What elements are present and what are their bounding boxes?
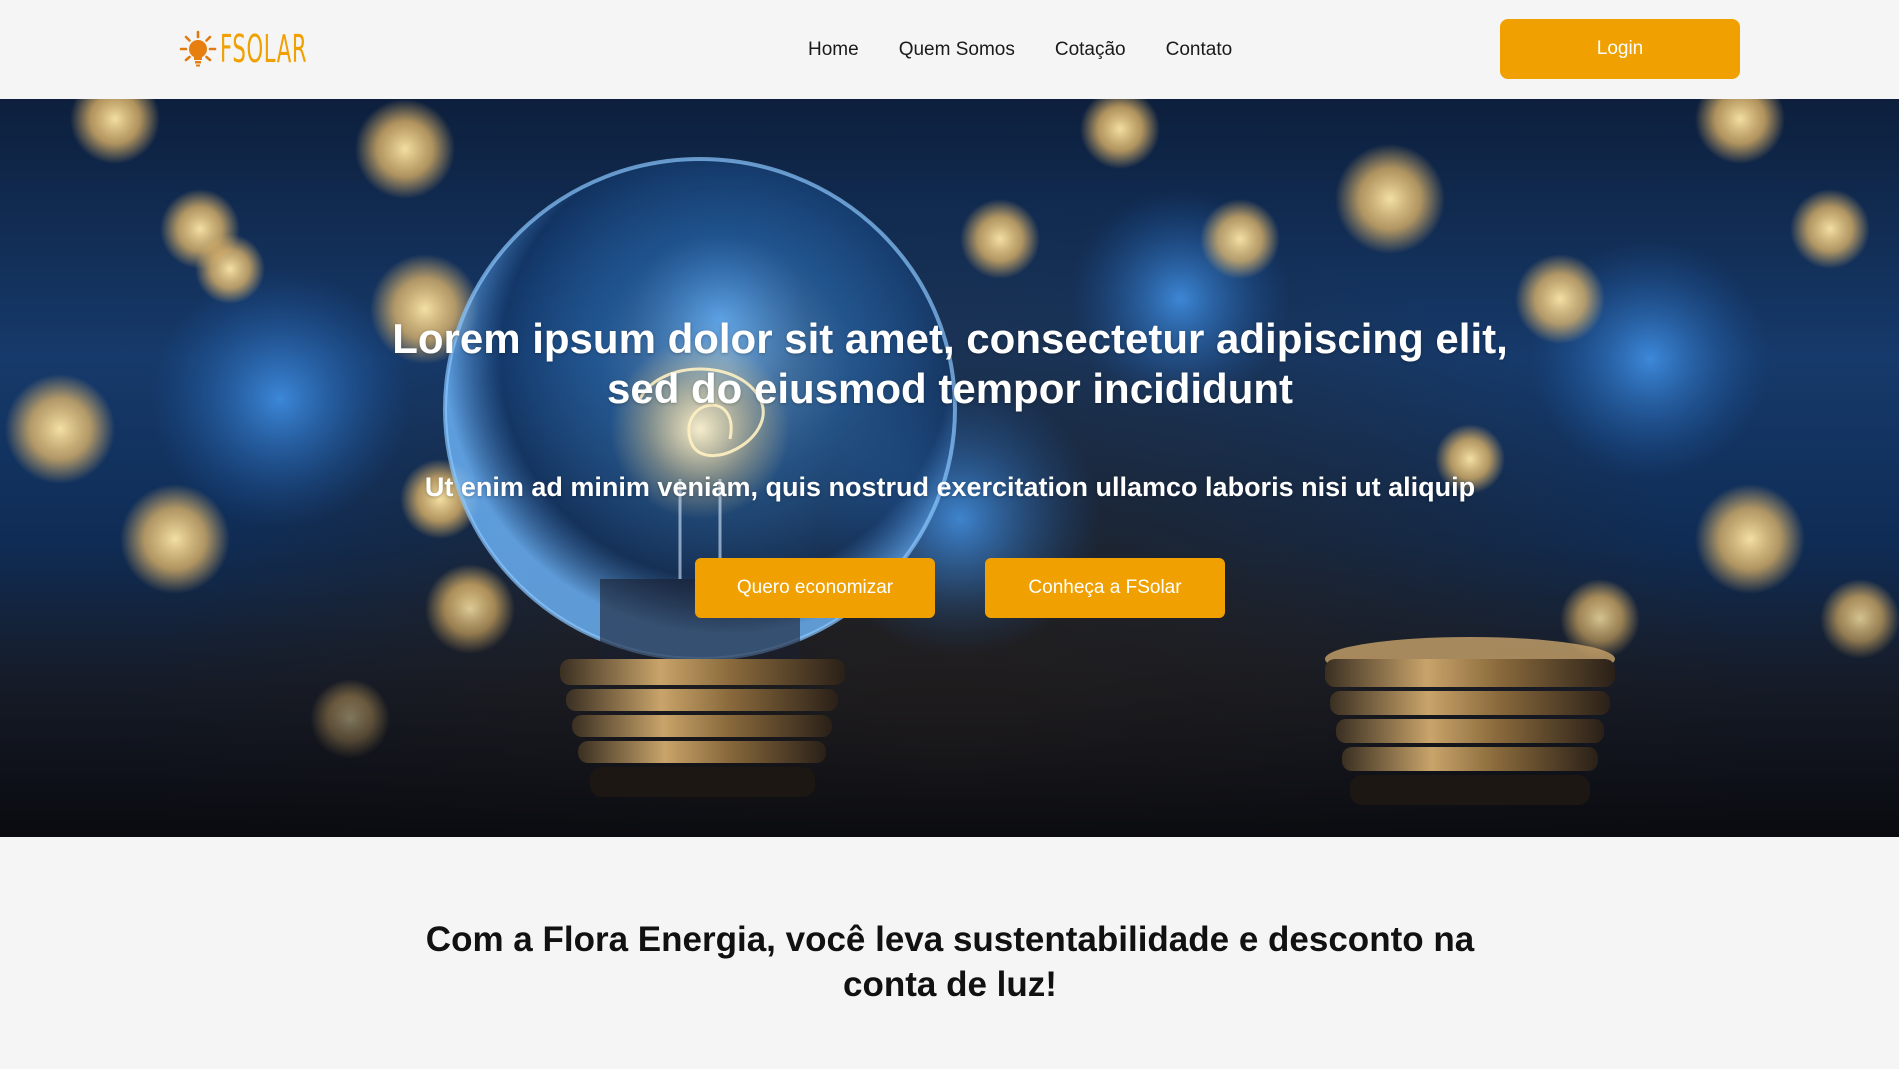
hero-subtitle: Ut enim ad minim veniam, quis nostrud ex… — [424, 472, 1476, 502]
main-nav: Home Quem Somos Cotação Contato — [790, 0, 1252, 99]
login-button[interactable]: Login — [1500, 19, 1740, 79]
sun-bulb-icon — [179, 30, 217, 67]
brand-name: FSOLAR — [220, 27, 308, 71]
nav-cotacao[interactable]: Cotação — [1055, 39, 1126, 61]
quero-economizar-button[interactable]: Quero economizar — [695, 558, 935, 618]
hero-title: Lorem ipsum dolor sit amet, consectetur … — [392, 315, 1508, 412]
hero-banner: Lorem ipsum dolor sit amet, consectetur … — [0, 99, 1899, 837]
nav-contato[interactable]: Contato — [1166, 39, 1233, 61]
hero-content: Lorem ipsum dolor sit amet, consectetur … — [0, 99, 1899, 837]
brand-logo[interactable]: FSOLAR — [178, 27, 361, 71]
nav-home[interactable]: Home — [808, 39, 859, 61]
sustainability-section: Com a Flora Energia, você leva sustentab… — [0, 837, 1899, 1069]
nav-quem-somos[interactable]: Quem Somos — [899, 39, 1015, 61]
top-navbar: FSOLAR Home Quem Somos Cotação Contato L… — [0, 0, 1899, 99]
section-title: Com a Flora Energia, você leva sustentab… — [425, 920, 1475, 1004]
conheca-fsolar-button[interactable]: Conheça a FSolar — [985, 558, 1225, 618]
